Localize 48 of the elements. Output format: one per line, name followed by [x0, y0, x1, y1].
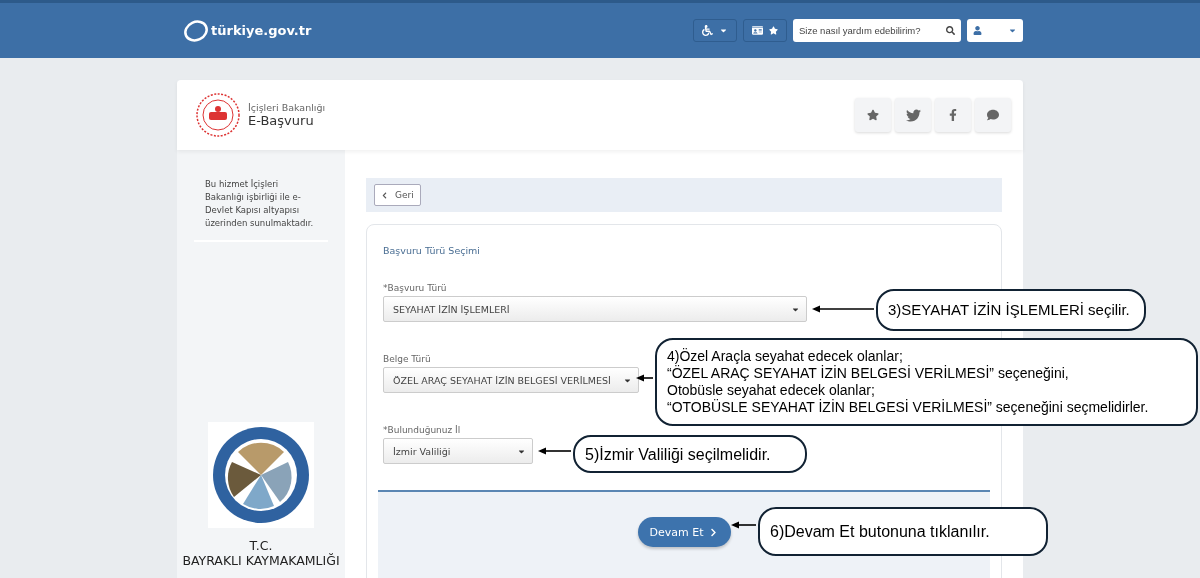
- back-button[interactable]: Geri: [374, 184, 421, 206]
- leader-arrow: [812, 305, 874, 313]
- select-dropdown[interactable]: SEYAHAT İZİN İŞLEMLERİ: [383, 296, 807, 322]
- star-icon: [769, 26, 778, 35]
- callout-text: 3)SEYAHAT İZİN İŞLEMLERİ seçilir.: [888, 301, 1131, 319]
- facebook-button[interactable]: [935, 98, 971, 132]
- form-title: Başvuru Türü Seçimi: [383, 245, 481, 256]
- leader-arrow: [538, 447, 571, 455]
- callout-text: Otobüsle seyahat edecek olanlar;: [667, 382, 876, 399]
- search-icon[interactable]: [946, 26, 955, 35]
- service-title: E-Başvuru: [248, 113, 315, 128]
- user-icon: [973, 26, 982, 35]
- search-field[interactable]: Size nasıl yardım edebilirim?: [793, 19, 961, 42]
- chevron-left-icon: [381, 191, 388, 199]
- comment-button[interactable]: [975, 98, 1011, 132]
- letter-f-icon: [947, 109, 959, 121]
- callout-text: 6)Devam Et butonuna tıklanılır.: [770, 522, 991, 541]
- speech-bubble-icon: [987, 109, 999, 121]
- leader-arrow: [636, 374, 653, 382]
- institution-name: T.C.: [249, 538, 273, 553]
- leader-arrow: [731, 521, 756, 529]
- callout-text: “OTOBÜSLE SEYAHAT İZİN BELGESİ VERİLMESİ” seçeneğini seçmelidirler.: [667, 399, 1150, 416]
- field-label: *Başvuru Türü: [383, 283, 447, 293]
- caret-icon: [1008, 26, 1017, 35]
- chevron-right-icon: [709, 527, 719, 537]
- select-dropdown[interactable]: ÖZEL ARAÇ SEYAHAT İZİN BELGESİ VERİLMESİ: [383, 367, 639, 393]
- bird-icon: [905, 107, 921, 123]
- callout-text: “ÖZEL ARAÇ SEYAHAT İZİN BELGESİ VERİLMESİ” seçeneğini,: [667, 365, 1070, 382]
- ministry-emblem-icon: [195, 92, 241, 138]
- continue-button[interactable]: Devam Et: [637, 517, 731, 547]
- institution-name: BAYRAKLI KAYMAKAMLIĞI: [182, 553, 340, 568]
- wheelchair-icon: [702, 25, 713, 36]
- ministry-name: İçişleri Bakanlığı: [248, 102, 326, 113]
- callout-text: 5)İzmir Valiliği seçilmelidir.: [585, 444, 772, 464]
- callout-text: 4)Özel Araçla seyahat edecek olanlar;: [667, 348, 904, 365]
- id-card-icon: [752, 25, 763, 36]
- favorite-button[interactable]: [855, 98, 891, 132]
- star-icon: [867, 109, 879, 121]
- field-label: *Bulunduğunuz İl: [383, 425, 461, 435]
- field-label: Belge Türü: [383, 354, 431, 364]
- twitter-button[interactable]: [895, 98, 931, 132]
- select-dropdown[interactable]: İzmir Valiliği: [383, 438, 533, 464]
- favorites-button[interactable]: [743, 19, 787, 42]
- service-note: Bu hizmet İçişleri Bakanlığı işbirliği ile e-Devlet Kapısı altyapısı üzerinden sunulmaktadır.: [204, 178, 315, 230]
- caret-icon: [719, 26, 728, 35]
- accessibility-button[interactable]: [693, 19, 737, 42]
- user-menu-button[interactable]: [967, 19, 1023, 42]
- logo-text[interactable]: türkiye.gov.tr: [211, 23, 312, 38]
